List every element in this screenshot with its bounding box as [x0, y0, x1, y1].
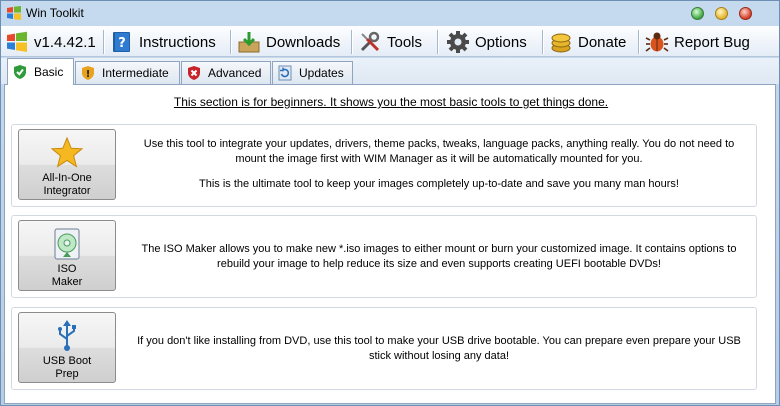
tab-advanced[interactable]: Advanced [181, 61, 271, 84]
tab-strip: Basic ! Intermediate Advanced Updates [1, 58, 779, 85]
close-button[interactable] [739, 7, 752, 20]
menu-separator [437, 30, 438, 54]
tool-group-iso-maker: ISO Maker The ISO Maker allows you to ma… [11, 215, 757, 298]
window-title: Win Toolkit [26, 6, 84, 20]
menu-tools-label: Tools [387, 33, 423, 51]
iso-maker-button[interactable]: ISO Maker [18, 220, 116, 291]
tab-basic[interactable]: Basic [7, 58, 74, 85]
tab-basic-label: Basic [34, 65, 64, 79]
menu-donate[interactable]: Donate [549, 29, 626, 55]
shield-check-icon [14, 65, 26, 79]
svg-text:!: ! [86, 69, 91, 80]
minimize-button[interactable] [691, 7, 704, 20]
star-icon [50, 136, 84, 168]
version-label: v1.4.42.1 [34, 33, 96, 51]
tab-advanced-label: Advanced [208, 66, 262, 80]
help-book-icon: ? [113, 32, 130, 52]
tool-group-usb-boot-prep: USB Boot Prep If you don't like installi… [11, 307, 757, 390]
disc-icon [54, 228, 80, 260]
tool-group-integrator: All-In-One Integrator Use this tool to i… [11, 124, 757, 207]
menu-separator [638, 30, 639, 54]
menu-report-bug-label: Report Bug [674, 33, 750, 51]
integrator-button-label: All-In-One Integrator [42, 172, 92, 197]
tab-intermediate[interactable]: ! Intermediate [75, 61, 180, 84]
menu-donate-label: Donate [578, 33, 627, 51]
download-box-icon [238, 32, 260, 53]
menu-tools[interactable]: Tools [358, 29, 422, 55]
title-bar: Win Toolkit [1, 1, 779, 25]
menu-bar: v1.4.42.1 ? Instructions Downloads Tools… [1, 26, 779, 57]
menu-separator [103, 30, 104, 54]
basic-tab-panel: This section is for beginners. It shows … [4, 84, 776, 404]
gear-icon [447, 31, 469, 53]
menu-options-label: Options [475, 33, 527, 51]
integrator-description: Use this tool to integrate your updates,… [143, 138, 735, 165]
menu-separator [230, 30, 231, 54]
menu-report-bug[interactable]: Report Bug [645, 29, 750, 55]
tab-updates-label: Updates [299, 66, 344, 80]
usb-boot-prep-button[interactable]: USB Boot Prep [18, 312, 116, 383]
windows-logo-icon [7, 31, 27, 52]
coins-icon [551, 33, 571, 53]
menu-options[interactable]: Options [446, 29, 527, 55]
tab-intermediate-label: Intermediate [102, 66, 169, 80]
menu-downloads[interactable]: Downloads [237, 29, 340, 55]
menu-version[interactable]: v1.4.42.1 [5, 29, 96, 55]
iso-maker-button-label: ISO Maker [51, 263, 83, 288]
app-window: Win Toolkit v1.4.42.1 ? Instructions Dow… [0, 0, 780, 406]
tab-updates[interactable]: Updates [272, 61, 353, 84]
menu-separator [351, 30, 352, 54]
menu-separator [542, 30, 543, 54]
windows-logo-icon [7, 6, 21, 20]
shield-warning-icon: ! [82, 66, 94, 80]
usb-boot-prep-description: If you don't like installing from DVD, u… [137, 335, 741, 362]
menu-instructions[interactable]: ? Instructions [110, 29, 216, 55]
bug-icon [645, 32, 669, 52]
usb-icon [58, 320, 76, 351]
usb-boot-prep-button-label: USB Boot Prep [42, 355, 92, 380]
menu-instructions-label: Instructions [139, 33, 216, 51]
tools-icon [360, 31, 380, 52]
maximize-button[interactable] [715, 7, 728, 20]
all-in-one-integrator-button[interactable]: All-In-One Integrator [18, 129, 116, 200]
integrator-description-note: This is the ultimate tool to keep your i… [199, 178, 679, 190]
update-icon [278, 65, 292, 81]
intro-text: This section is for beginners. It shows … [173, 95, 609, 109]
shield-stop-icon [188, 66, 200, 80]
svg-text:?: ? [118, 36, 126, 51]
iso-maker-description: The ISO Maker allows you to make new *.i… [141, 243, 737, 270]
menu-downloads-label: Downloads [266, 33, 341, 51]
